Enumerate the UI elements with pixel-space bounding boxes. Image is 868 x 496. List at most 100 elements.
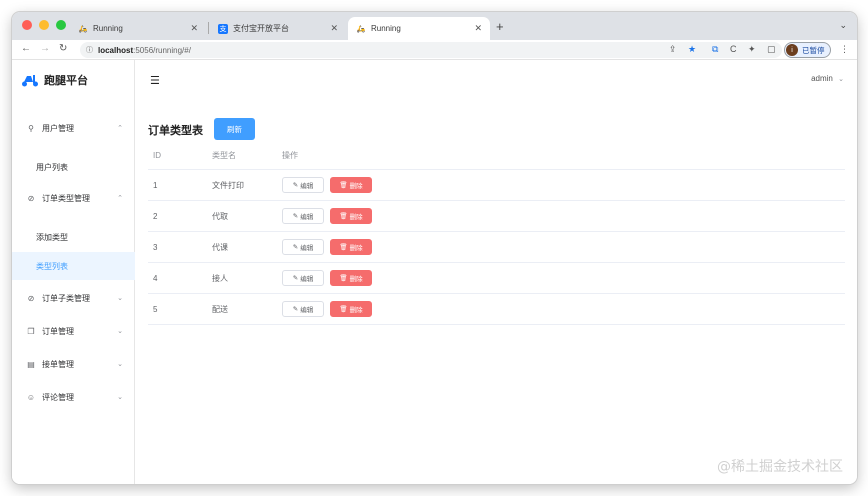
url-host: localhost [98, 45, 134, 55]
username: admin [811, 74, 833, 83]
table-row: 2 代取 ✎ 编辑 🗑 删除 [148, 201, 845, 232]
back-arrow-icon[interactable]: ← [21, 43, 31, 54]
profile-button[interactable]: i 已暂停 [784, 42, 831, 58]
user-dropdown[interactable]: admin ⌄ [811, 74, 844, 83]
side-panel-icon[interactable]: ▢ [767, 44, 776, 55]
share-icon[interactable]: ⇪ [669, 44, 677, 55]
edit-pencil-icon: ✎ [292, 213, 299, 220]
browser-menu-icon[interactable]: ⋮ [840, 44, 849, 55]
cell-id: 1 [153, 180, 158, 190]
tab-search-chevron-icon[interactable]: ⌄ [839, 20, 847, 31]
menu-user-management[interactable]: ⚲ 用户管理 ⌃ [12, 116, 135, 140]
menu-user-list[interactable]: 用户列表 [12, 153, 135, 181]
tab-title: Running [371, 24, 401, 33]
zoom-window-button[interactable] [56, 20, 66, 30]
close-tab-icon[interactable]: ✕ [330, 23, 338, 34]
edit-pencil-icon: ✎ [292, 182, 299, 189]
table-row: 3 代课 ✎ 编辑 🗑 删除 [148, 232, 845, 263]
menu-add-type[interactable]: 添加类型 [12, 223, 135, 251]
url-path: :5056/running/#/ [133, 45, 191, 55]
bookmark-star-icon[interactable]: ★ [688, 44, 696, 55]
close-tab-icon[interactable]: ✕ [190, 23, 198, 34]
delete-button[interactable]: 🗑 删除 [330, 208, 372, 224]
scooter-favicon-icon: 🛵 [78, 25, 88, 33]
main-content: ☰ admin ⌄ 订单类型表 刷新 ID 类型名 操作 1 文件打印 ✎编辑 [136, 60, 857, 484]
brand-title: 跑腿平台 [44, 75, 88, 87]
delete-button[interactable]: 🗑 删除 [330, 177, 372, 193]
tab-title: Running [93, 24, 123, 33]
menu-accept-order-management[interactable]: ▤ 接单管理 ⌄ [12, 352, 135, 376]
cell-actions: ✎ 编辑 🗑 删除 [282, 201, 372, 231]
menu-label: 评论管理 [42, 392, 74, 402]
cell-actions: ✎ 编辑 🗑 删除 [282, 170, 372, 200]
edit-label: 编辑 [300, 245, 314, 252]
menu-comment-management[interactable]: ☺ 评论管理 ⌄ [12, 385, 135, 409]
close-tab-icon[interactable]: ✕ [474, 23, 482, 34]
edit-pencil-icon: ✎ [292, 244, 299, 251]
app-root: 跑腿平台 ⚲ 用户管理 ⌃ 用户列表 ⊘ 订单类型管理 ⌃ 添加类型 类型列表 [12, 60, 857, 484]
smile-icon: ☺ [26, 392, 36, 402]
sidebar: 跑腿平台 ⚲ 用户管理 ⌃ 用户列表 ⊘ 订单类型管理 ⌃ 添加类型 类型列表 [12, 60, 135, 484]
menu-label: 接单管理 [42, 359, 74, 369]
trash-icon: 🗑 [339, 182, 348, 189]
browser-window: 🛵 Running ✕ 支 支付宝开放平台 ✕ 🛵 Running ✕ + ⌄ … [12, 12, 857, 484]
menu-label: 订单管理 [42, 326, 74, 336]
tab-alipay[interactable]: 支 支付宝开放平台 ✕ [210, 17, 346, 40]
brand[interactable]: 跑腿平台 [21, 72, 88, 88]
delete-button[interactable]: 🗑 删除 [330, 301, 372, 317]
cell-type-name: 代课 [212, 242, 228, 252]
menu-label: 订单子类管理 [42, 293, 90, 303]
tab-running-active[interactable]: 🛵 Running ✕ [348, 17, 490, 40]
cell-type-name: 接人 [212, 273, 228, 283]
new-tab-plus-icon[interactable]: + [496, 19, 504, 34]
tab-running-1[interactable]: 🛵 Running ✕ [70, 17, 206, 40]
watermark: @稀土掘金技术社区 [717, 459, 843, 475]
edit-button[interactable]: ✎ 编辑 [282, 239, 324, 255]
minimize-window-button[interactable] [39, 20, 49, 30]
cell-id: 2 [153, 211, 158, 221]
cell-id: 4 [153, 273, 158, 283]
close-window-button[interactable] [22, 20, 32, 30]
edit-button[interactable]: ✎ 编辑 [282, 208, 324, 224]
edit-pencil-icon: ✎ [292, 306, 299, 313]
cell-actions: ✎ 编辑 🗑 删除 [282, 294, 372, 324]
trash-icon: 🗑 [339, 213, 348, 220]
edit-button[interactable]: ✎ 编辑 [282, 177, 324, 193]
chevron-down-icon: ⌄ [838, 76, 844, 83]
cell-actions: ✎ 编辑 🗑 删除 [282, 232, 372, 262]
address-bar[interactable]: ⓘ localhost:5056/running/#/ [80, 42, 782, 58]
browser-toolbar: ← → ↻ ⓘ localhost:5056/running/#/ ⇪ ★ ⧉ … [12, 40, 857, 60]
column-header-id: ID [153, 151, 161, 160]
menu-order-subtype-management[interactable]: ⊘ 订单子类管理 ⌄ [12, 286, 135, 310]
site-info-icon[interactable]: ⓘ [86, 45, 93, 55]
edit-button[interactable]: ✎ 编辑 [282, 270, 324, 286]
extension-cast-icon[interactable]: C [730, 44, 737, 54]
refresh-button[interactable]: 刷新 [214, 118, 255, 140]
hamburger-menu-icon[interactable]: ☰ [150, 74, 160, 87]
table-header: ID 类型名 操作 [148, 142, 845, 170]
forward-arrow-icon[interactable]: → [40, 43, 50, 54]
extensions-puzzle-icon[interactable]: ✦ [748, 44, 756, 55]
edit-label: 编辑 [300, 307, 314, 314]
edit-pencil-icon: ✎ [292, 275, 299, 282]
translate-icon[interactable]: ⧉ [712, 44, 718, 55]
column-header-type-name: 类型名 [212, 151, 236, 160]
cell-type-name: 代取 [212, 211, 228, 221]
paperclip-icon: ⊘ [27, 193, 35, 203]
edit-button[interactable]: ✎ 编辑 [282, 301, 324, 317]
copy-icon: ❐ [27, 326, 35, 336]
delete-button[interactable]: 🗑 删除 [330, 239, 372, 255]
delete-label: 删除 [349, 245, 363, 252]
delete-button[interactable]: 🗑 删除 [330, 270, 372, 286]
table-row: 5 配送 ✎ 编辑 🗑 删除 [148, 294, 845, 325]
edit-label: 编辑 [300, 214, 314, 221]
scooter-favicon-icon: 🛵 [356, 25, 366, 33]
menu-order-type-management[interactable]: ⊘ 订单类型管理 ⌃ [12, 186, 135, 210]
trash-icon: 🗑 [339, 306, 348, 313]
submenu-label: 添加类型 [36, 232, 68, 242]
reload-icon[interactable]: ↻ [59, 43, 67, 54]
menu-type-list[interactable]: 类型列表 [12, 252, 135, 280]
menu-order-management[interactable]: ❐ 订单管理 ⌄ [12, 319, 135, 343]
paperclip-icon: ⊘ [27, 293, 35, 303]
page-title: 订单类型表 [148, 125, 203, 137]
